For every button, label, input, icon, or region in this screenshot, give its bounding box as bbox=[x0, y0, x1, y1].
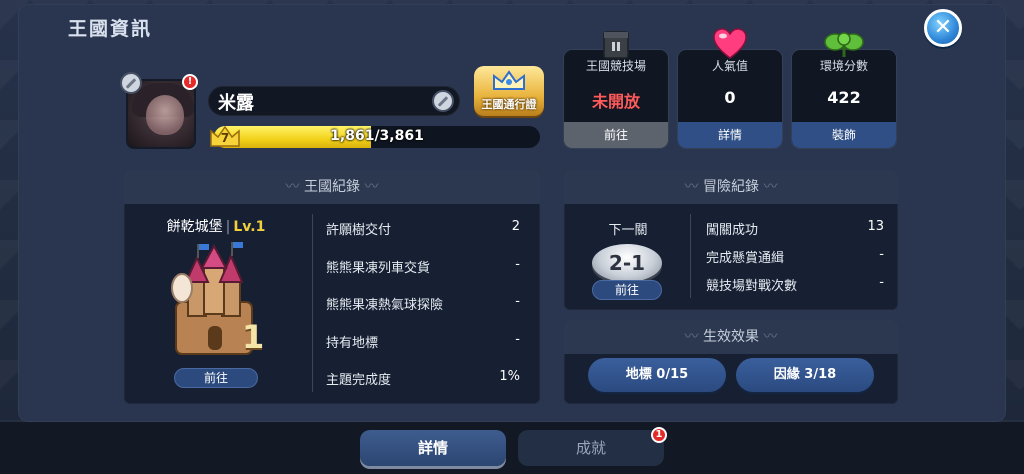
divider bbox=[690, 214, 691, 298]
pencil-icon bbox=[437, 95, 449, 107]
adventure-record-title: 冒險紀錄 bbox=[703, 179, 759, 195]
heart-icon bbox=[713, 28, 747, 59]
row-label: 熊熊果凍熱氣球探險 bbox=[326, 298, 444, 313]
adventure-record-row: 完成懸賞通緝 - bbox=[706, 247, 884, 266]
kingdom-record-row: 熊熊果凍熱氣球探險 - bbox=[326, 294, 520, 313]
row-label: 許願樹交付 bbox=[326, 223, 392, 238]
swirl-left-icon: 〰 bbox=[285, 179, 300, 195]
kingdom-record-row: 持有地標 - bbox=[326, 332, 520, 351]
level-crown-badge: 7 bbox=[208, 122, 242, 152]
kingdom-name-field: 米露 bbox=[208, 86, 460, 116]
name-edit-button[interactable] bbox=[432, 90, 454, 112]
next-stage-go-button[interactable]: 前往 bbox=[592, 280, 662, 300]
kingdom-record-row: 熊熊果凍列車交貨 - bbox=[326, 257, 520, 276]
row-value: - bbox=[515, 257, 520, 272]
popularity-card: 人氣值 0 詳情 bbox=[678, 50, 782, 148]
kingdom-record-row: 主題完成度 1% bbox=[326, 369, 520, 388]
bottom-tab-bar bbox=[0, 422, 1024, 474]
popularity-details-button[interactable]: 詳情 bbox=[678, 122, 782, 148]
achievements-alert-badge: 1 bbox=[651, 427, 667, 443]
row-label: 主題完成度 bbox=[326, 373, 392, 388]
swirl-left-icon: 〰 bbox=[684, 179, 699, 195]
adventure-record-header: 〰 冒險紀錄 〰 bbox=[564, 170, 898, 204]
castle-title: 餅乾城堡 | Lv.1 bbox=[140, 216, 292, 236]
arena-tower-icon bbox=[603, 31, 629, 59]
arena-card: 王國競技場 未開放 前往 bbox=[564, 50, 668, 148]
castle-level: Lv.1 bbox=[233, 219, 266, 235]
row-value: - bbox=[515, 294, 520, 309]
castle-name: 餅乾城堡 bbox=[166, 219, 223, 235]
row-value: 13 bbox=[867, 219, 884, 234]
row-value: - bbox=[879, 247, 884, 262]
adventure-record-row: 闖關成功 13 bbox=[706, 219, 884, 238]
castle-level-number: 1 bbox=[242, 318, 265, 356]
divider bbox=[312, 214, 313, 392]
castle-separator: | bbox=[225, 219, 231, 235]
environment-title: 環境分數 bbox=[819, 59, 868, 73]
bond-effect-button[interactable]: 因緣 3/18 bbox=[736, 358, 874, 392]
avatar-alert-badge: ! bbox=[182, 74, 198, 90]
popularity-value: 0 bbox=[724, 88, 736, 107]
castle-go-button[interactable]: 前往 bbox=[174, 368, 258, 388]
swirl-left-icon: 〰 bbox=[684, 329, 699, 345]
kingdom-pass-button[interactable]: 王國通行證 bbox=[474, 66, 544, 116]
close-button[interactable]: ✕ bbox=[924, 9, 962, 47]
landmark-effect-button[interactable]: 地標 0/15 bbox=[588, 358, 726, 392]
swirl-right-icon: 〰 bbox=[763, 179, 778, 195]
environment-card: 環境分數 422 裝飾 bbox=[792, 50, 896, 148]
effects-header: 〰 生效效果 〰 bbox=[564, 320, 898, 354]
effects-title: 生效效果 bbox=[703, 329, 759, 345]
kingdom-record-row: 許願樹交付 2 bbox=[326, 219, 520, 238]
avatar-edit-button[interactable] bbox=[120, 72, 142, 94]
arena-go-button[interactable]: 前往 bbox=[564, 122, 668, 148]
arena-value: 未開放 bbox=[591, 92, 640, 111]
clover-icon bbox=[824, 32, 864, 57]
kingdom-pass-label: 王國通行證 bbox=[481, 98, 537, 111]
environment-decorate-button[interactable]: 裝飾 bbox=[792, 122, 896, 148]
row-value: - bbox=[879, 275, 884, 290]
row-label: 持有地標 bbox=[326, 336, 379, 351]
environment-value: 422 bbox=[827, 88, 861, 107]
xp-progress-text: 1,861/3,861 bbox=[330, 128, 424, 144]
kingdom-record-title: 王國紀錄 bbox=[304, 179, 360, 195]
crown-icon bbox=[493, 70, 525, 90]
adventure-record-row: 競技場對戰次數 - bbox=[706, 275, 884, 294]
level-number: 7 bbox=[220, 131, 230, 145]
next-stage-badge: 2-1 bbox=[592, 244, 662, 282]
swirl-right-icon: 〰 bbox=[763, 329, 778, 345]
tab-achievements[interactable]: 成就 bbox=[518, 430, 664, 466]
row-value: 1% bbox=[499, 369, 520, 384]
kingdom-name: 米露 bbox=[218, 93, 254, 114]
row-value: 2 bbox=[511, 219, 520, 234]
row-label: 熊熊果凍列車交貨 bbox=[326, 261, 431, 276]
row-value: - bbox=[515, 332, 520, 347]
xp-progress-bar: 1,861/3,861 bbox=[214, 126, 540, 148]
row-label: 闖關成功 bbox=[706, 223, 759, 238]
kingdom-record-header: 〰 王國紀錄 〰 bbox=[124, 170, 540, 204]
next-stage-label: 下一關 bbox=[608, 223, 648, 238]
swirl-right-icon: 〰 bbox=[364, 179, 379, 195]
pencil-icon bbox=[125, 77, 137, 89]
row-label: 完成懸賞通緝 bbox=[706, 251, 785, 266]
page-title: 王國資訊 bbox=[68, 18, 153, 40]
close-icon: ✕ bbox=[933, 15, 953, 40]
row-label: 競技場對戰次數 bbox=[706, 279, 798, 294]
tab-details[interactable]: 詳情 bbox=[360, 430, 506, 466]
